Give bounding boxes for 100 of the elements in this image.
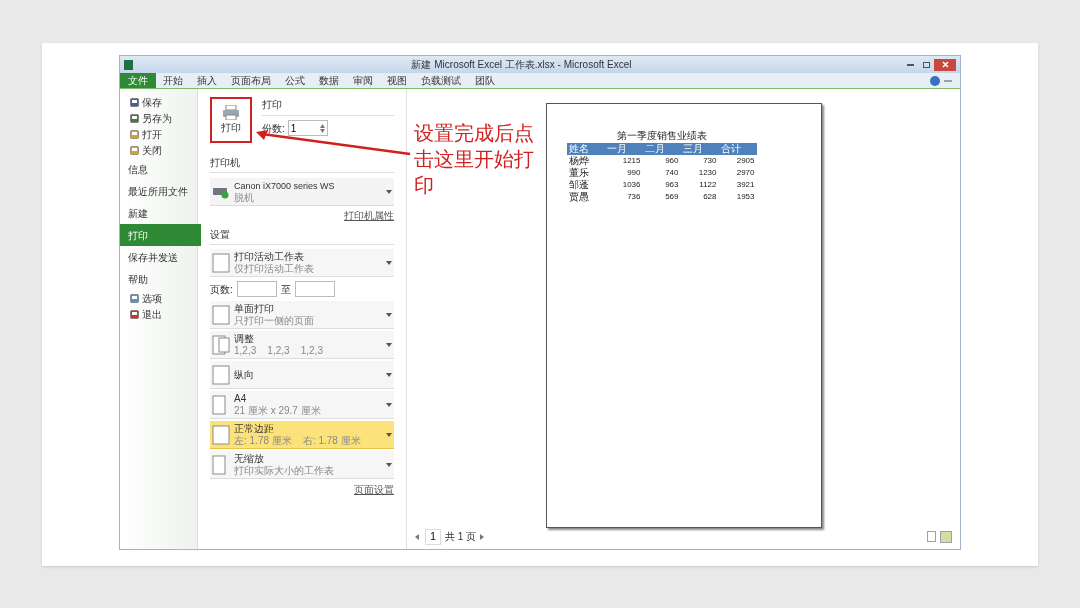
ribbon-tab[interactable]: 公式: [278, 73, 312, 88]
settings-dropdown[interactable]: 打印活动工作表 仅打印活动工作表: [210, 249, 394, 277]
dropdown-caret-icon: [386, 402, 392, 407]
setting-subtitle: 打印实际大小的工作表: [234, 464, 335, 477]
page-icon: [212, 364, 230, 385]
table-cell-text: 1230: [697, 167, 718, 179]
help-icon[interactable]: [930, 75, 940, 86]
dropdown-caret-icon: [386, 312, 392, 317]
sidebar-tab[interactable]: 最近所用文件: [120, 180, 197, 202]
zoom-to-page-icon[interactable]: [940, 530, 952, 543]
copies-field[interactable]: 1: [287, 120, 328, 136]
sidebar-command[interactable]: 打开: [120, 126, 197, 142]
column-header: 合计: [718, 143, 757, 155]
dropdown-caret-icon: [386, 260, 392, 265]
table-cell-text: 569: [664, 191, 680, 203]
table-cell-text: 2970: [735, 167, 756, 179]
previous-page-button[interactable]: [415, 532, 421, 541]
setting-subtitle: 1,2,3 1,2,3 1,2,3: [234, 344, 324, 357]
ribbon-tab[interactable]: 数据: [312, 73, 346, 88]
setting-subtitle: 只打印一侧的页面: [234, 314, 315, 327]
printer-dropdown[interactable]: Canon iX7000 series WS 脱机: [210, 178, 394, 206]
show-margins-icon[interactable]: [927, 531, 936, 542]
settings-dropdown[interactable]: 无缩放 打印实际大小的工作表: [210, 451, 394, 479]
sidebar-tab[interactable]: 新建: [120, 202, 197, 224]
printer-properties-link[interactable]: 打印机属性: [344, 208, 394, 223]
sidebar-command[interactable]: 保存: [120, 94, 197, 110]
setting-title: 正常边距: [234, 422, 275, 435]
ribbon-tab[interactable]: 审阅: [346, 73, 380, 88]
page-to-field[interactable]: [294, 281, 335, 297]
table-cell-text: 贾愚: [567, 191, 590, 203]
setting-title: A4: [234, 392, 248, 405]
dropdown-caret-icon: [386, 432, 392, 437]
table-title: 第一季度销售业绩表: [615, 129, 708, 143]
ribbon-tab[interactable]: 负载测试: [414, 73, 468, 88]
sidebar-command[interactable]: 选项: [120, 290, 197, 306]
settings-dropdown[interactable]: 调整 1,2,3 1,2,3 1,2,3: [210, 331, 394, 359]
sidebar-command[interactable]: 另存为: [120, 110, 197, 126]
printer-heading: 打印机: [210, 155, 394, 173]
close-icon: [941, 61, 949, 68]
sidebar-tab[interactable]: 信息: [120, 158, 197, 180]
settings-dropdown[interactable]: A4 21 厘米 x 29.7 厘米: [210, 391, 394, 419]
sidebar-tab[interactable]: 打印: [120, 224, 201, 246]
page-icon: [212, 252, 230, 273]
table-cell-text: 杨烨: [567, 155, 590, 167]
table-cell-text: 3921: [735, 179, 756, 191]
page-from-field[interactable]: [236, 281, 277, 297]
page-count: 共 1 页: [445, 530, 477, 544]
window-title: 新建 Microsoft Excel 工作表.xlsx - Microsoft Excel: [411, 58, 632, 72]
settings-dropdown[interactable]: 纵向: [210, 361, 394, 389]
annotation-text: 设置完成后点击这里开始打印: [414, 121, 535, 198]
table-cell-text: 邹蓬: [567, 179, 590, 191]
table-cell-text: 736: [626, 191, 642, 203]
setting-title: 单面打印: [234, 302, 275, 315]
table-cell-text: 628: [702, 191, 718, 203]
table-cell-text: 963: [664, 179, 680, 191]
table-cell-text: 1122: [698, 179, 718, 191]
page-number-field[interactable]: 1: [425, 528, 441, 545]
ribbon-tab[interactable]: 文件: [120, 73, 156, 88]
table-cell-text: 960: [664, 155, 680, 167]
sidebar-command[interactable]: 关闭: [120, 142, 197, 158]
column-header: 二月: [642, 143, 681, 155]
settings-dropdown[interactable]: 正常边距 左: 1.78 厘米 右: 1.78 厘米: [210, 421, 394, 449]
setting-subtitle: 左: 1.78 厘米 右: 1.78 厘米: [234, 434, 362, 447]
ribbon-tab[interactable]: 页面布局: [224, 73, 278, 88]
table-cell-text: 740: [664, 167, 680, 179]
table-cell-text: 1953: [735, 191, 756, 203]
spin-up-icon: [319, 123, 325, 128]
setting-subtitle: 21 厘米 x 29.7 厘米: [234, 404, 322, 417]
column-header: 姓名: [566, 143, 605, 155]
table-cell-text: 董乐: [567, 167, 590, 179]
close-button[interactable]: [934, 58, 956, 71]
ribbon-tab[interactable]: 视图: [380, 73, 414, 88]
page-setup-link[interactable]: 页面设置: [354, 482, 394, 497]
settings-heading: 设置: [210, 227, 394, 245]
settings-dropdown[interactable]: 单面打印 只打印一侧的页面: [210, 301, 394, 329]
minimize-ribbon-icon[interactable]: [944, 79, 952, 82]
excel-logo-icon: [124, 59, 133, 70]
setting-subtitle: 仅打印活动工作表: [234, 262, 315, 275]
setting-title: 无缩放: [234, 452, 265, 465]
ribbon-tab[interactable]: 开始: [156, 73, 190, 88]
table-cell-text: 2905: [735, 155, 756, 167]
sidebar-tab[interactable]: 帮助: [120, 268, 197, 290]
printer-name: Canon iX7000 series WS: [234, 179, 336, 192]
sidebar-tab[interactable]: 保存并发送: [120, 246, 197, 268]
print-button[interactable]: 打印: [214, 101, 248, 139]
pages-label: 页数:: [210, 282, 233, 297]
dropdown-caret-icon: [386, 372, 392, 377]
printer-status: 脱机: [234, 191, 255, 204]
table-cell-text: 730: [702, 155, 718, 167]
print-heading: 打印: [262, 97, 394, 116]
sidebar-command[interactable]: 退出: [120, 306, 197, 322]
dropdown-caret-icon: [386, 462, 392, 467]
ribbon-tab[interactable]: 团队: [468, 73, 502, 88]
to-label: 至: [280, 282, 291, 297]
setting-title: 调整: [234, 332, 255, 345]
dropdown-caret-icon: [386, 189, 392, 194]
ribbon-tab[interactable]: 插入: [190, 73, 224, 88]
table-cell-text: 990: [626, 167, 642, 179]
page-icon: [212, 424, 230, 445]
setting-title: 打印活动工作表: [234, 250, 305, 263]
